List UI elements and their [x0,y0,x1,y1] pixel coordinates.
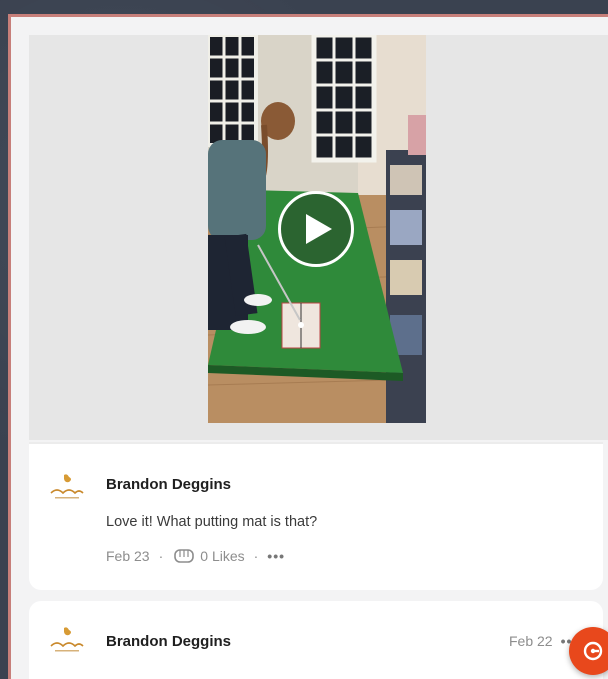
likes-count[interactable]: 0 Likes [200,548,244,564]
brand-logo-icon [50,627,84,652]
separator-dot: · [158,548,164,564]
comment-text: Love it! What putting mat is that? [106,514,318,530]
avatar[interactable] [46,620,88,662]
comment-author[interactable]: Brandon Deggins [106,476,231,493]
comment-meta: Feb 23 · 0 Likes · ••• [106,547,285,565]
feed-panel: Brandon Deggins Love it! What putting ma… [8,14,608,679]
play-button[interactable] [278,191,354,267]
comment-date: Feb 23 [106,548,150,564]
play-icon [306,214,332,244]
avatar[interactable] [46,467,88,509]
brand-logo-icon [50,474,84,499]
comment-date: Feb 22 [509,633,553,649]
comment-meta: Feb 22 •• [509,633,572,649]
comment-card: Brandon Deggins Feb 22 •• [29,601,603,679]
comment-card: Brandon Deggins Love it! What putting ma… [29,442,603,590]
chat-launcher-icon [583,641,603,661]
more-options-button[interactable]: ••• [267,548,285,564]
video-post [29,35,608,440]
fist-bump-icon[interactable] [172,547,196,565]
comment-author[interactable]: Brandon Deggins [106,633,231,650]
separator-dot: · [253,548,259,564]
